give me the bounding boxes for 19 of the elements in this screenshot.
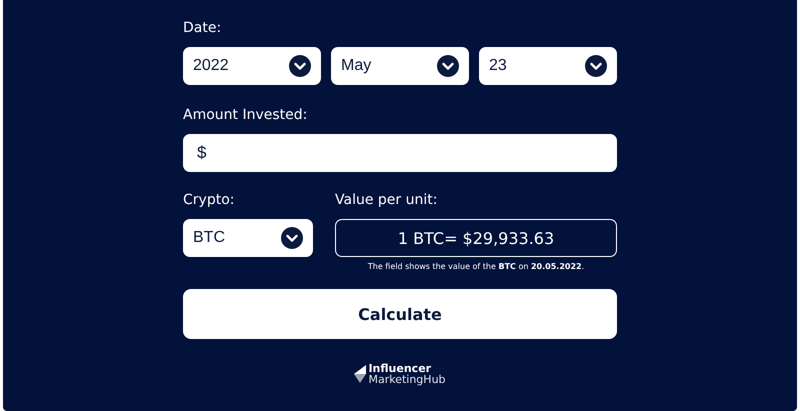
field-label: Crypto: [183, 191, 236, 210]
input-field[interactable]: $ [183, 134, 617, 172]
dropdown-select[interactable]: 2022 [183, 47, 321, 85]
dropdown-select[interactable]: May [331, 47, 469, 85]
logo-icon [354, 365, 366, 383]
field-label: Amount Invested: [183, 106, 308, 125]
logo-text: MarketingHub [368, 374, 446, 385]
chevron-down-icon [281, 227, 303, 249]
value-display: 1 BTC= $29,933.63 [335, 219, 617, 257]
field-label: Date: [183, 19, 222, 38]
logo-text: Influencer [368, 363, 432, 374]
chevron-down-icon [437, 55, 459, 77]
dropdown-select[interactable]: 23 [479, 47, 617, 85]
field-label: Value per unit: [335, 191, 438, 210]
calculate-button[interactable]: Calculate [183, 289, 617, 339]
chevron-down-icon [585, 55, 607, 77]
chevron-down-icon [289, 55, 311, 77]
info-note: The field shows the value of the BTC on 20.05.2022. [366, 262, 586, 271]
dropdown-select[interactable]: BTC [183, 219, 313, 257]
